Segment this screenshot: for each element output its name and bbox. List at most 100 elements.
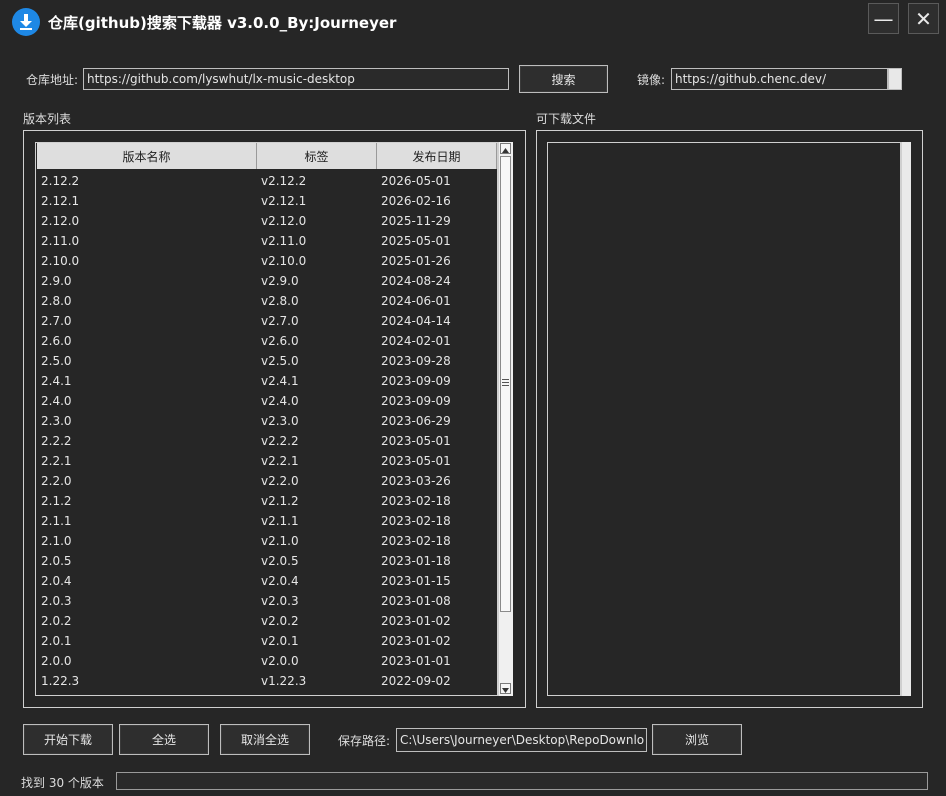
table-row[interactable]: 2.1.0 v2.1.0 2023-02-18 [36, 531, 496, 551]
version-tag-cell: v2.1.1 [261, 514, 299, 528]
version-name-cell: 2.2.2 [41, 434, 72, 448]
version-name-cell: 2.0.1 [41, 634, 72, 648]
version-date-cell: 2023-01-02 [381, 614, 451, 628]
file-list-scrollbar[interactable] [901, 142, 911, 696]
column-header-date[interactable]: 发布日期 [377, 143, 497, 169]
version-name-cell: 2.0.2 [41, 614, 72, 628]
version-tag-cell: v2.5.0 [261, 354, 299, 368]
browse-button[interactable]: 浏览 [652, 724, 742, 755]
version-name-cell: 2.0.3 [41, 594, 72, 608]
deselect-all-button[interactable]: 取消全选 [220, 724, 310, 755]
minimize-button[interactable]: — [868, 3, 899, 34]
version-date-cell: 2024-06-01 [381, 294, 451, 308]
table-row[interactable]: 2.2.2 v2.2.2 2023-05-01 [36, 431, 496, 451]
table-row[interactable]: 2.2.1 v2.2.1 2023-05-01 [36, 451, 496, 471]
table-row[interactable]: 2.12.1 v2.12.1 2026-02-16 [36, 191, 496, 211]
version-name-cell: 2.7.0 [41, 314, 72, 328]
table-row[interactable]: 2.8.0 v2.8.0 2024-06-01 [36, 291, 496, 311]
table-row[interactable]: 2.11.0 v2.11.0 2025-05-01 [36, 231, 496, 251]
minimize-icon: — [873, 6, 894, 31]
version-date-cell: 2023-09-09 [381, 374, 451, 388]
version-date-cell: 2026-05-01 [381, 174, 451, 188]
version-date-cell: 2023-09-28 [381, 354, 451, 368]
version-date-cell: 2023-02-18 [381, 534, 451, 548]
version-date-cell: 2023-05-01 [381, 454, 451, 468]
file-list[interactable] [547, 142, 901, 696]
version-date-cell: 2023-05-01 [381, 434, 451, 448]
search-button[interactable]: 搜索 [519, 65, 608, 93]
version-tag-cell: v2.12.0 [261, 214, 307, 228]
column-header-name[interactable]: 版本名称 [37, 143, 257, 169]
version-name-cell: 2.8.0 [41, 294, 72, 308]
table-row[interactable]: 2.9.0 v2.9.0 2024-08-24 [36, 271, 496, 291]
table-row[interactable]: 2.5.0 v2.5.0 2023-09-28 [36, 351, 496, 371]
version-date-cell: 2023-01-18 [381, 554, 451, 568]
scroll-thumb[interactable] [500, 156, 511, 612]
select-all-button[interactable]: 全选 [119, 724, 209, 755]
version-name-cell: 2.1.1 [41, 514, 72, 528]
version-name-cell: 2.4.1 [41, 374, 72, 388]
table-row[interactable]: 2.6.0 v2.6.0 2024-02-01 [36, 331, 496, 351]
repo-url-input[interactable]: https://github.com/lyswhut/lx-music-desk… [83, 68, 509, 90]
close-button[interactable]: ✕ [908, 3, 939, 34]
scroll-down-arrow-icon[interactable] [500, 683, 511, 694]
mirror-input[interactable]: https://github.chenc.dev/ [671, 68, 888, 90]
scroll-up-arrow-icon[interactable] [500, 143, 511, 154]
version-date-cell: 2026-02-16 [381, 194, 451, 208]
table-row[interactable]: 2.0.1 v2.0.1 2023-01-02 [36, 631, 496, 651]
version-name-cell: 2.0.5 [41, 554, 72, 568]
version-name-cell: 2.11.0 [41, 234, 80, 248]
version-table[interactable]: 版本名称 标签 发布日期 2.12.2 v2.12.2 2026-05-01 2.12… [35, 142, 498, 696]
version-name-cell: 2.12.0 [41, 214, 80, 228]
version-tag-cell: v2.1.2 [261, 494, 299, 508]
table-row[interactable]: 2.0.3 v2.0.3 2023-01-08 [36, 591, 496, 611]
table-row[interactable]: 2.10.0 v2.10.0 2025-01-26 [36, 251, 496, 271]
version-tag-cell: v1.22.3 [261, 674, 307, 688]
version-tag-cell: v2.8.0 [261, 294, 299, 308]
version-tag-cell: v2.4.1 [261, 374, 299, 388]
column-header-tag[interactable]: 标签 [257, 143, 377, 169]
table-row[interactable]: 2.0.2 v2.0.2 2023-01-02 [36, 611, 496, 631]
version-date-cell: 2023-01-01 [381, 654, 451, 668]
version-date-cell: 2024-02-01 [381, 334, 451, 348]
version-date-cell: 2022-09-02 [381, 674, 451, 688]
table-row[interactable]: 2.0.4 v2.0.4 2023-01-15 [36, 571, 496, 591]
version-tag-cell: v2.12.2 [261, 174, 307, 188]
version-name-cell: 2.1.2 [41, 494, 72, 508]
table-row[interactable]: 2.3.0 v2.3.0 2023-06-29 [36, 411, 496, 431]
table-row[interactable]: 2.4.1 v2.4.1 2023-09-09 [36, 371, 496, 391]
table-row[interactable]: 2.4.0 v2.4.0 2023-09-09 [36, 391, 496, 411]
version-tag-cell: v2.9.0 [261, 274, 299, 288]
version-date-cell: 2023-01-15 [381, 574, 451, 588]
table-row[interactable]: 2.12.2 v2.12.2 2026-05-01 [36, 171, 496, 191]
version-name-cell: 2.12.1 [41, 194, 80, 208]
version-date-cell: 2023-06-29 [381, 414, 451, 428]
table-row[interactable]: 2.1.2 v2.1.2 2023-02-18 [36, 491, 496, 511]
version-tag-cell: v2.6.0 [261, 334, 299, 348]
version-tag-cell: v2.2.1 [261, 454, 299, 468]
save-path-label: 保存路径: [338, 734, 391, 748]
repo-label: 仓库地址: [26, 73, 79, 87]
start-download-button[interactable]: 开始下载 [23, 724, 113, 755]
progress-bar [116, 772, 928, 790]
version-name-cell: 2.6.0 [41, 334, 72, 348]
mirror-dropdown-toggle[interactable] [888, 68, 902, 90]
version-name-cell: 2.12.2 [41, 174, 80, 188]
save-path-input[interactable]: C:\Users\Journeyer\Desktop\RepoDownlo [396, 728, 647, 752]
version-tag-cell: v2.10.0 [261, 254, 307, 268]
version-date-cell: 2025-05-01 [381, 234, 451, 248]
version-list-label: 版本列表 [23, 112, 72, 126]
version-tag-cell: v2.2.0 [261, 474, 299, 488]
table-row[interactable]: 2.2.0 v2.2.0 2023-03-26 [36, 471, 496, 491]
version-name-cell: 2.5.0 [41, 354, 72, 368]
table-row[interactable]: 1.22.3 v1.22.3 2022-09-02 [36, 671, 496, 691]
mirror-label: 镜像: [637, 73, 666, 87]
version-date-cell: 2023-03-26 [381, 474, 451, 488]
version-list-scrollbar[interactable] [498, 142, 513, 696]
version-name-cell: 2.0.4 [41, 574, 72, 588]
table-row[interactable]: 2.0.5 v2.0.5 2023-01-18 [36, 551, 496, 571]
table-row[interactable]: 2.1.1 v2.1.1 2023-02-18 [36, 511, 496, 531]
table-row[interactable]: 2.7.0 v2.7.0 2024-04-14 [36, 311, 496, 331]
table-row[interactable]: 2.12.0 v2.12.0 2025-11-29 [36, 211, 496, 231]
table-row[interactable]: 2.0.0 v2.0.0 2023-01-01 [36, 651, 496, 671]
